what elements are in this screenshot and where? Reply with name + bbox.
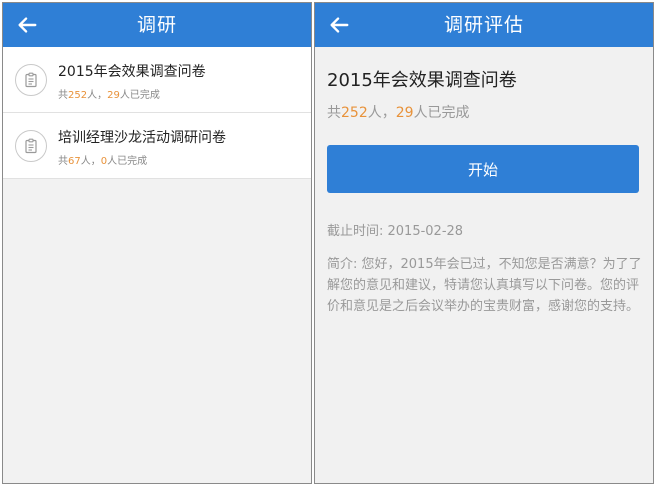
- survey-title: 2015年会效果调查问卷: [58, 64, 206, 80]
- stats-prefix: 共: [327, 105, 341, 121]
- stats-prefix: 共: [58, 156, 68, 167]
- total-count: 252: [341, 105, 368, 121]
- survey-title: 2015年会效果调查问卷: [327, 70, 517, 91]
- survey-list-item[interactable]: 培训经理沙龙活动调研问卷 共67人，0人已完成: [3, 113, 311, 179]
- survey-stats: 共252人，29人已完成: [327, 102, 470, 122]
- survey-detail-screen: 调研评估 2015年会效果调查问卷 共252人，29人已完成 开始 截止时间: …: [314, 2, 654, 484]
- total-count: 252: [68, 90, 88, 101]
- survey-title: 培训经理沙龙活动调研问卷: [58, 130, 226, 146]
- survey-list-item[interactable]: 2015年会效果调查问卷 共252人，29人已完成: [3, 47, 311, 113]
- app-header: 调研: [3, 3, 311, 47]
- survey-intro: 简介: 您好，2015年会已过，不知您是否满意？为了了解您的意见和建议，特请您认…: [327, 257, 642, 314]
- completed-count: 29: [107, 90, 120, 101]
- total-count: 67: [68, 156, 81, 167]
- deadline-text: 截止时间: 2015-02-28: [327, 224, 464, 239]
- survey-stats: 共252人，29人已完成: [58, 86, 160, 101]
- completed-count: 29: [395, 105, 414, 121]
- stats-suffix: 人已完成: [119, 90, 160, 101]
- clipboard-icon: [15, 64, 47, 96]
- clipboard-icon: [15, 130, 47, 162]
- stats-mid: 人，: [80, 156, 101, 167]
- stats-mid: 人，: [87, 90, 108, 101]
- stats-suffix: 人已完成: [413, 105, 470, 121]
- page-title: 调研: [136, 14, 177, 36]
- stats-suffix: 人已完成: [107, 156, 148, 167]
- start-button[interactable]: 开始: [327, 145, 639, 193]
- stats-prefix: 共: [58, 90, 68, 101]
- survey-list: 2015年会效果调查问卷 共252人，29人已完成 培训经理沙龙活动调研问卷 共…: [3, 47, 311, 179]
- survey-stats: 共67人，0人已完成: [58, 152, 147, 167]
- page-title: 调研评估: [443, 14, 524, 36]
- stats-mid: 人，: [367, 105, 396, 121]
- survey-list-screen: 调研 2015年会效果调查问卷 共252人，29人已完成 培训经理沙龙活动调研问…: [2, 2, 312, 484]
- app-header: 调研评估: [315, 3, 653, 47]
